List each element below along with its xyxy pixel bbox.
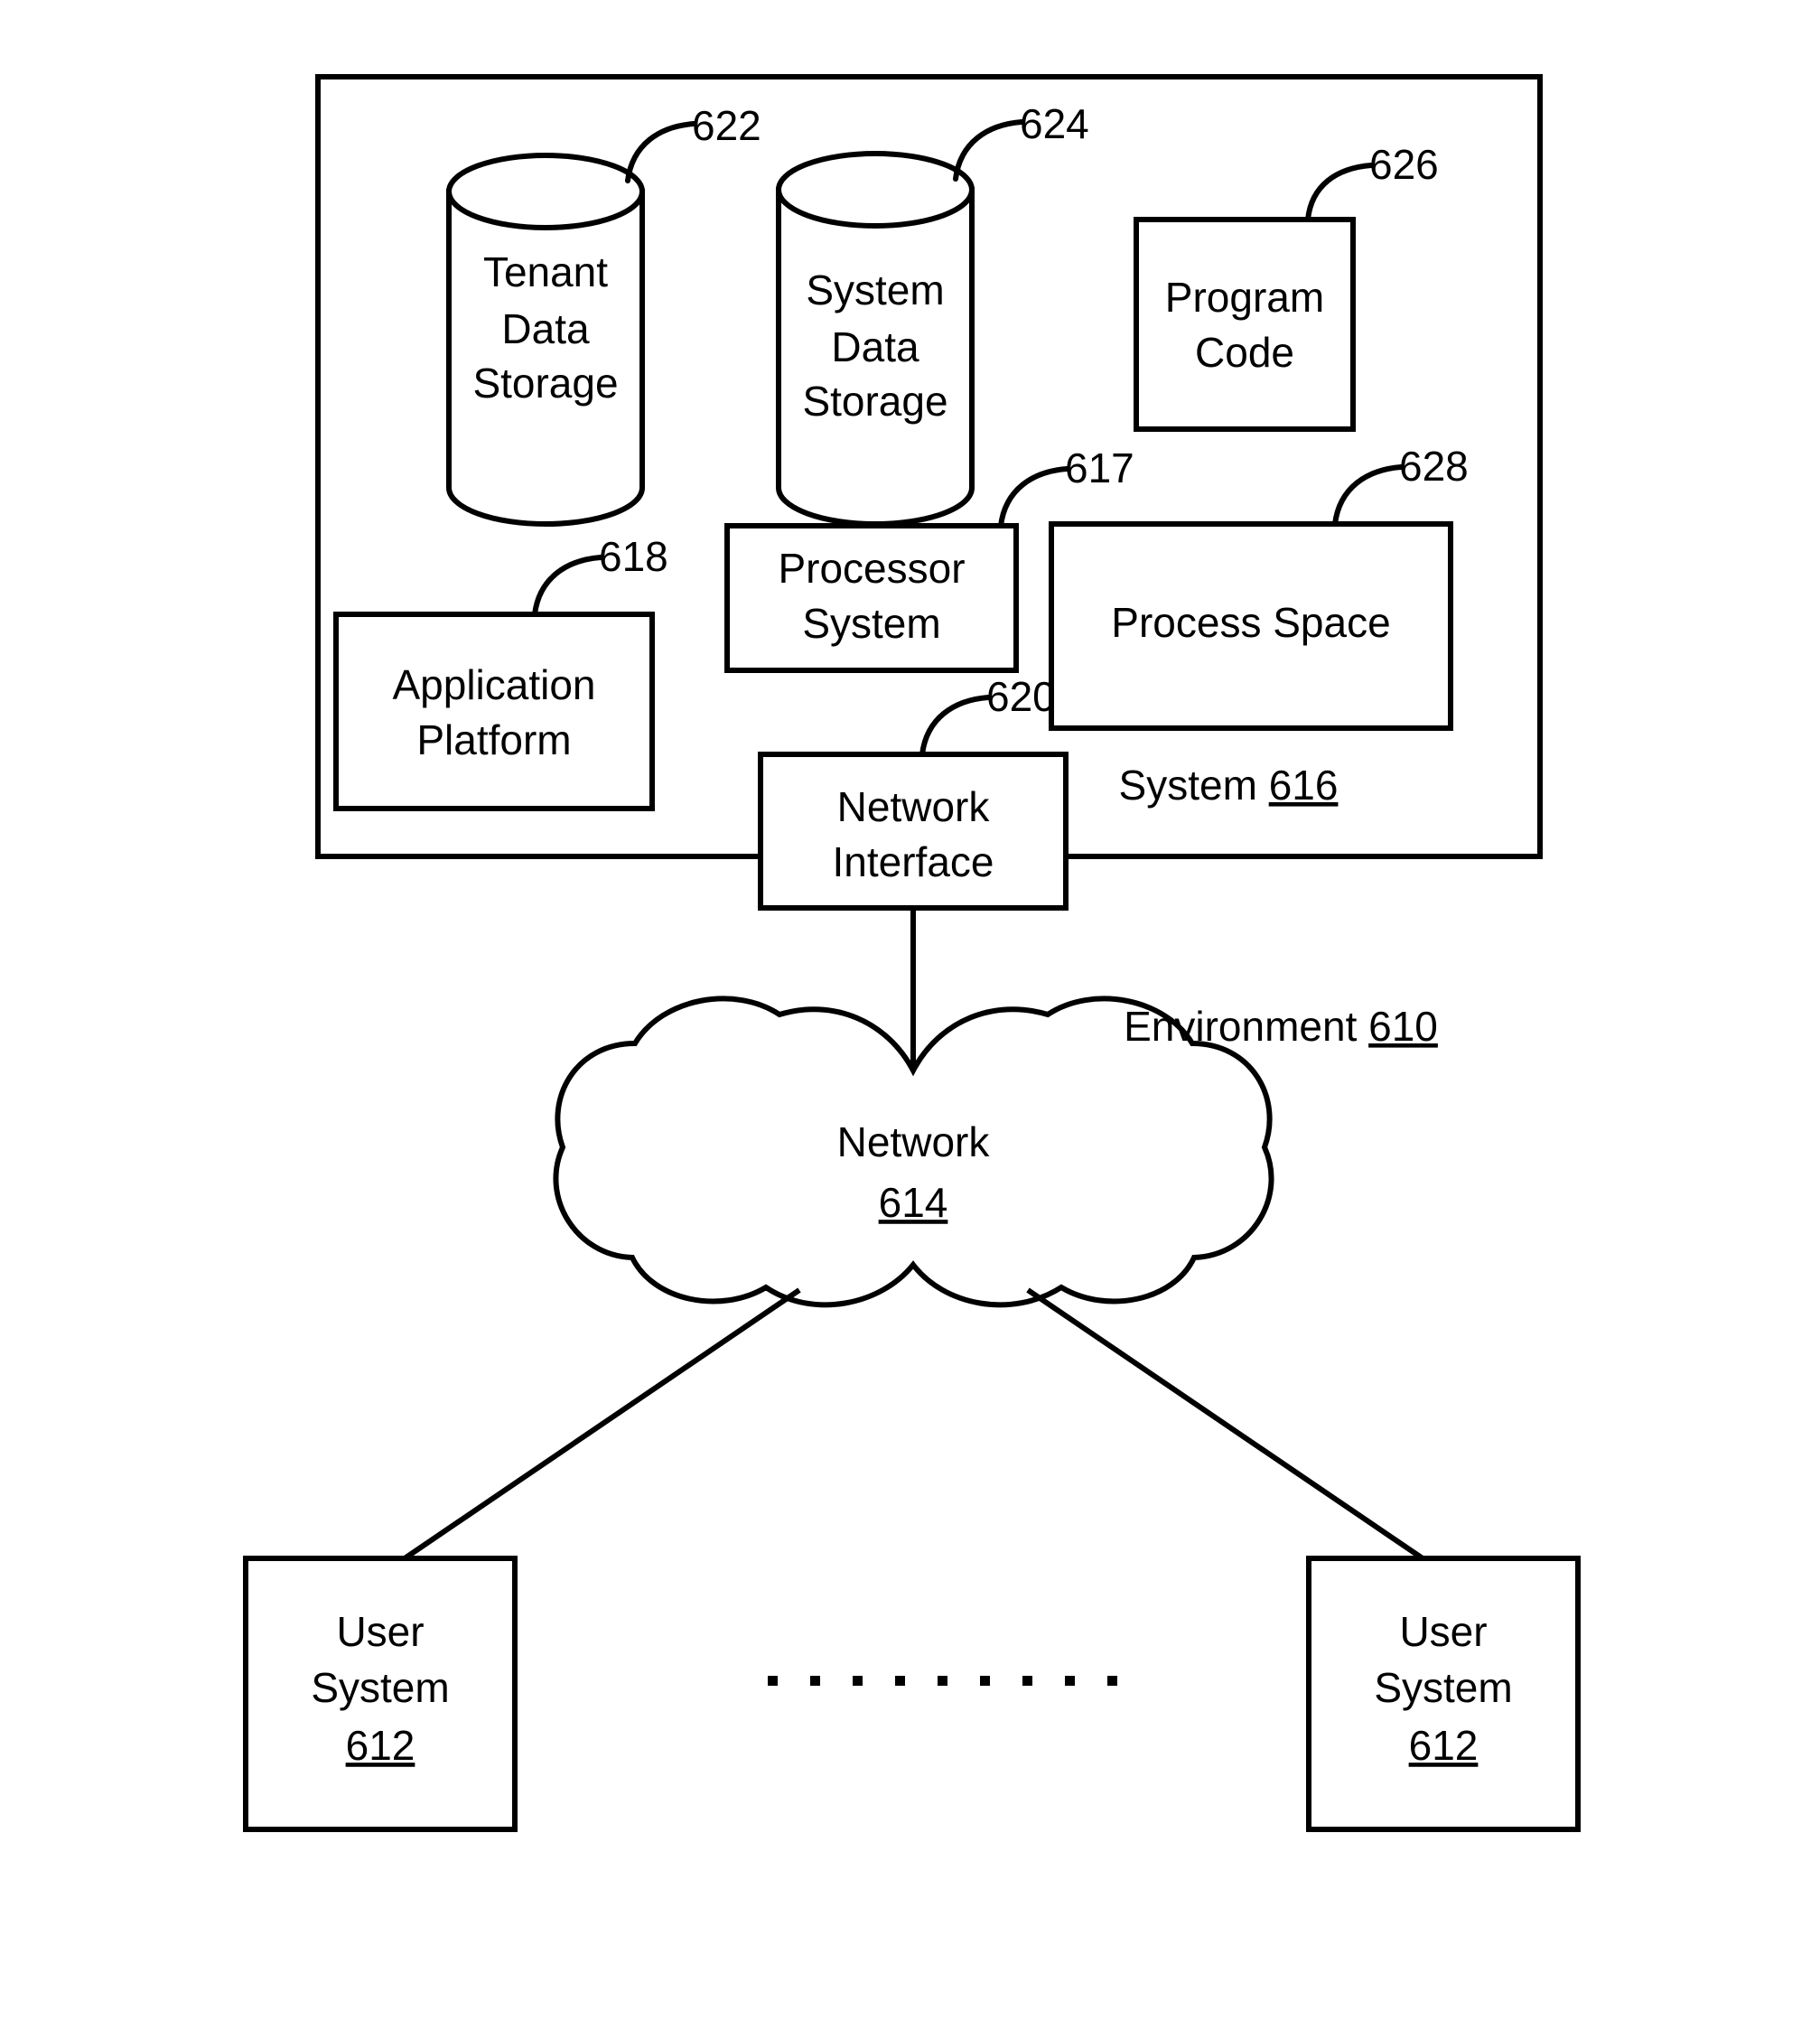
tenant-data-storage-label-line2: Data	[501, 305, 590, 352]
user-system-left-label-line2: System	[311, 1664, 449, 1711]
network-cloud-ref: 614	[879, 1179, 948, 1226]
reference-number-624: 624	[1020, 100, 1089, 147]
environment-label-group: Environment 610	[1124, 1003, 1438, 1050]
application-platform-label-line1: Application	[392, 661, 595, 708]
reference-number-620: 620	[986, 673, 1056, 720]
program-code-label-line2: Code	[1195, 329, 1294, 376]
application-platform-label-line2: Platform	[416, 716, 571, 763]
program-code-box	[1134, 217, 1356, 432]
processor-system-label-line2: System	[802, 600, 940, 647]
user-system-right-ref: 612	[1409, 1722, 1479, 1769]
network-cloud-label: Network	[837, 1118, 991, 1165]
system-data-storage-label-line2: Data	[831, 323, 919, 370]
tenant-data-storage-label-line1: Tenant	[483, 248, 608, 295]
program-code-label-line1: Program	[1165, 274, 1324, 321]
user-system-right-label-line1: User	[1399, 1608, 1487, 1655]
tenant-data-storage-label-line3: Storage	[472, 360, 618, 407]
user-system-left-label-line1: User	[336, 1608, 424, 1655]
user-system-left-ref: 612	[346, 1722, 415, 1769]
system-ref-text: 616	[1269, 762, 1339, 809]
network-interface-label-line1: Network	[837, 783, 991, 830]
system-data-storage-label-line3: Storage	[802, 378, 947, 425]
reference-number-622: 622	[692, 102, 761, 149]
processor-system-label-line1: Processor	[778, 545, 965, 592]
patent-figure: Tenant Data Storage 622 System Data Stor…	[0, 0, 1820, 2020]
ellipsis-dots	[768, 1676, 1117, 1686]
system-data-storage-label-line1: System	[806, 267, 944, 313]
process-space-label: Process Space	[1111, 599, 1390, 646]
environment-ref-text: 610	[1368, 1003, 1438, 1050]
reference-number-628: 628	[1399, 443, 1469, 490]
diagram-canvas: Tenant Data Storage 622 System Data Stor…	[243, 74, 1581, 1832]
system-label-group: System 616	[1119, 762, 1339, 809]
environment-label-text: Environment	[1124, 1003, 1357, 1050]
application-platform-box	[333, 612, 655, 811]
reference-number-618: 618	[599, 533, 668, 580]
connector-network-to-user-right	[1026, 1287, 1424, 1561]
reference-number-626: 626	[1369, 141, 1439, 188]
system-label-text: System	[1119, 762, 1257, 809]
reference-number-617: 617	[1065, 444, 1134, 491]
connector-network-to-user-left	[403, 1287, 801, 1561]
network-interface-label-line2: Interface	[833, 838, 994, 885]
user-system-right-label-line2: System	[1374, 1664, 1512, 1711]
